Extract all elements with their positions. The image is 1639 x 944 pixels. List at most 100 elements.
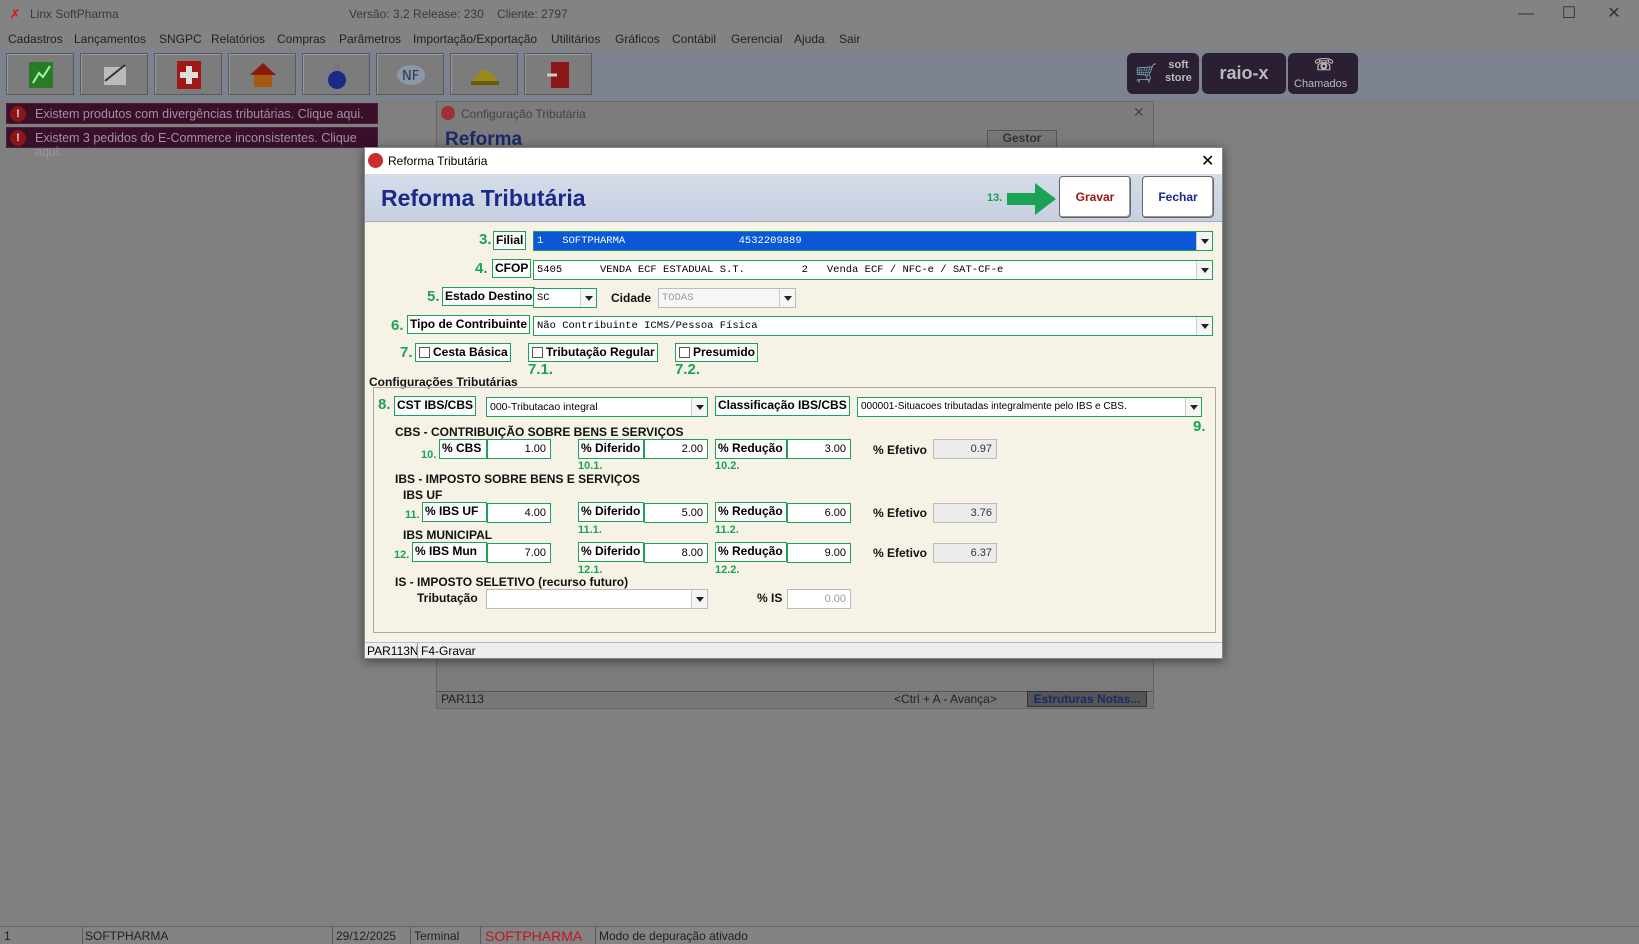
soft-store-label: soft store (1165, 59, 1192, 84)
menu-relatorios[interactable]: Relatórios (211, 32, 265, 46)
minimize-icon[interactable]: — (1502, 0, 1550, 30)
chevron-down-icon[interactable] (1196, 232, 1212, 250)
cbs-reducao-input[interactable]: 3.00 (787, 439, 851, 459)
dialog-footer: PAR113N F4-Gravar (365, 642, 1222, 659)
toolbar-button-3[interactable] (154, 53, 222, 95)
menu-sngpc[interactable]: SNGPC (159, 32, 202, 46)
menu-importacao[interactable]: Importação/Exportação (413, 32, 537, 46)
step-11-1-label: 11.1. (578, 524, 602, 536)
menu-contabil[interactable]: Contábil (672, 32, 716, 46)
menu-utilitarios[interactable]: Utilitários (551, 32, 600, 46)
ibs-uf-diferido-input[interactable]: 5.00 (644, 503, 708, 523)
toolbar-button-7[interactable] (450, 53, 518, 95)
raio-x-button[interactable]: raio-x (1202, 53, 1286, 94)
step-12-2-label: 12.2. (715, 564, 740, 576)
bgwin-code: PAR113 (441, 692, 484, 706)
menu-compras[interactable]: Compras (277, 32, 326, 46)
estado-destino-select[interactable]: SC (533, 288, 597, 308)
flask-icon (328, 62, 346, 89)
presumido-checkbox[interactable]: Presumido (675, 343, 759, 362)
tributacao-regular-checkbox[interactable]: Tributação Regular (528, 343, 658, 362)
alert-divergencias[interactable]: ! Existem produtos com divergências tribu… (6, 103, 378, 124)
alert-text: Existem produtos com divergências tribut… (35, 107, 364, 121)
cbs-pct-input[interactable]: 1.00 (487, 439, 551, 459)
alert-ecommerce[interactable]: ! Existem 3 pedidos do E-Commerce inconsi… (6, 127, 378, 159)
toolbar-button-8[interactable] (524, 53, 592, 95)
step-9-label: 9. (1193, 418, 1206, 435)
helmet-icon (471, 70, 499, 85)
chevron-down-icon[interactable] (779, 289, 795, 307)
cfop-label: CFOP (492, 259, 532, 278)
menu-sair[interactable]: Sair (839, 32, 860, 46)
cbs-reducao-label: % Redução (715, 439, 787, 459)
app-titlebar: ✗ Linx SoftPharma Versão: 3.2 Release: 2… (0, 0, 1639, 30)
chevron-down-icon[interactable] (580, 289, 596, 307)
cbs-efetivo-label: % Efetivo (873, 443, 928, 457)
cbs-diferido-input[interactable]: 2.00 (644, 439, 708, 459)
toolbar-button-1[interactable] (6, 53, 74, 95)
tributacao-regular-label: Tributação Regular (546, 345, 655, 359)
chevron-down-icon[interactable] (1196, 261, 1212, 279)
is-pct-input[interactable]: 0.00 (787, 589, 851, 609)
tipo-contribuinte-label: Tipo de Contribuinte (407, 315, 531, 334)
alert-text: Existem 3 pedidos do E-Commerce inconsis… (35, 131, 357, 159)
gravar-button[interactable]: Gravar (1059, 176, 1131, 218)
medical-cross-icon (177, 61, 201, 89)
ibs-mun-title: IBS MUNICIPAL (403, 528, 493, 542)
dialog-titlebar: Reforma Tributária ✕ (365, 148, 1222, 174)
fechar-button[interactable]: Fechar (1142, 176, 1214, 218)
app-title: Linx SoftPharma (30, 7, 119, 21)
menu-parametros[interactable]: Parâmetros (339, 32, 401, 46)
checkbox-box[interactable] (679, 347, 690, 358)
toolbar-button-5[interactable] (302, 53, 370, 95)
toolbar-button-2[interactable] (80, 53, 148, 95)
chevron-down-icon[interactable] (691, 398, 707, 416)
chamados-button[interactable]: ☏ Chamados (1288, 53, 1358, 94)
tipo-contribuinte-select[interactable]: Não Contribuinte ICMS/Pessoa Física (533, 316, 1213, 336)
menu-cadastros[interactable]: Cadastros (8, 32, 63, 46)
dialog-close-icon[interactable]: ✕ (1201, 151, 1214, 171)
estado-destino-label: Estado Destino (442, 287, 536, 306)
step-5-label: 5. (427, 288, 440, 305)
soft-store-button[interactable]: 🛒 soft store (1127, 53, 1199, 94)
chevron-down-icon[interactable] (1185, 398, 1201, 416)
filial-select[interactable]: 1 SOFTPHARMA 4532209889 (533, 231, 1213, 251)
bgwin-close-icon[interactable]: ✕ (1133, 104, 1145, 121)
cfop-value: 5405 VENDA ECF ESTADUAL S.T. 2 Venda ECF… (537, 264, 1004, 276)
ibs-uf-pct-input[interactable]: 4.00 (487, 503, 551, 523)
step-3-label: 3. (479, 231, 492, 248)
menu-graficos[interactable]: Gráficos (615, 32, 660, 46)
chevron-down-icon[interactable] (1196, 317, 1212, 335)
menu-lancamentos[interactable]: Lançamentos (74, 32, 146, 46)
checkbox-box[interactable] (532, 347, 543, 358)
menu-ajuda[interactable]: Ajuda (794, 32, 825, 46)
chevron-down-icon[interactable] (691, 590, 707, 608)
app-version: Versão: 3.2 Release: 230 (349, 7, 484, 21)
presumido-label: Presumido (693, 345, 756, 359)
estruturas-notas-button[interactable]: Estruturas Notas... (1027, 691, 1147, 707)
ibs-uf-reducao-input[interactable]: 6.00 (787, 503, 851, 523)
cidade-value: TODAS (662, 292, 694, 304)
signature-icon (104, 64, 126, 85)
menu-gerencial[interactable]: Gerencial (731, 32, 782, 46)
statusbar: 1 SOFTPHARMA 29/12/2025 Terminal SOFTPHA… (0, 926, 1639, 944)
reforma-tributaria-dialog: Reforma Tributária ✕ Reforma Tributária … (364, 147, 1223, 659)
cart-icon: 🛒 (1135, 63, 1158, 83)
is-tributacao-select[interactable] (486, 589, 708, 609)
ibs-mun-diferido-input[interactable]: 8.00 (644, 543, 708, 563)
cst-select[interactable]: 000-Tributacao integral (486, 397, 708, 417)
cidade-select[interactable]: TODAS (658, 288, 796, 308)
estado-value: SC (537, 292, 550, 304)
ibs-mun-reducao-input[interactable]: 9.00 (787, 543, 851, 563)
checkbox-box[interactable] (419, 347, 430, 358)
cfop-select[interactable]: 5405 VENDA ECF ESTADUAL S.T. 2 Venda ECF… (533, 260, 1213, 280)
toolbar-button-6[interactable]: NF (376, 53, 444, 95)
close-icon[interactable]: ✕ (1590, 0, 1638, 30)
error-icon: ! (10, 106, 26, 122)
cst-value: 000-Tributacao integral (490, 401, 598, 413)
toolbar-button-4[interactable] (228, 53, 296, 95)
maximize-icon[interactable]: ☐ (1545, 0, 1593, 30)
classificacao-select[interactable]: 000001-Situacoes tributadas integralment… (857, 397, 1202, 417)
cesta-basica-checkbox[interactable]: Cesta Básica (415, 343, 511, 362)
ibs-mun-pct-input[interactable]: 7.00 (487, 543, 551, 563)
